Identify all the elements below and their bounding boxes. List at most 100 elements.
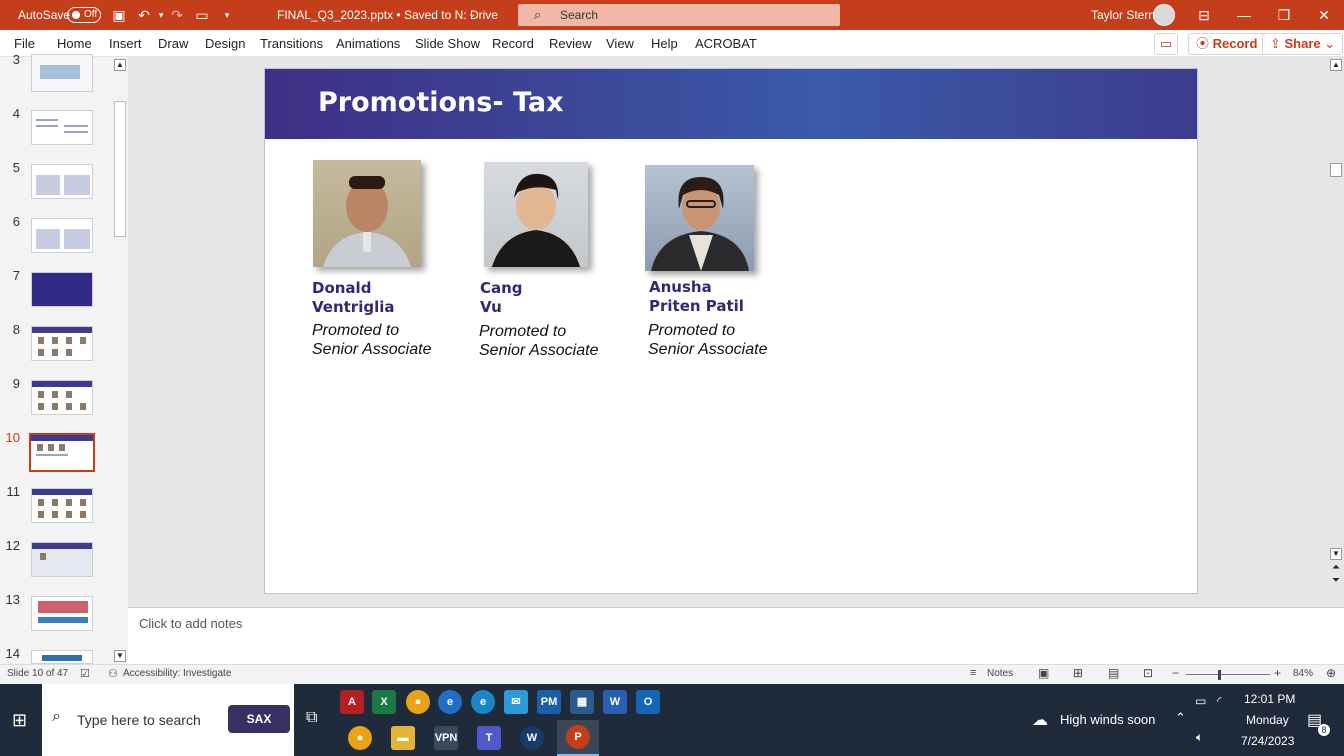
app-icon[interactable]: ▦ (570, 690, 594, 714)
slide-title[interactable]: Promotions- Tax (318, 87, 564, 118)
pm-app-icon[interactable]: PM (537, 690, 561, 714)
next-slide-icon[interactable]: ⏷ (1330, 575, 1342, 586)
tab-record[interactable]: Record (492, 30, 534, 57)
slide-thumbnail-3[interactable] (31, 54, 93, 92)
chevron-up-icon[interactable]: ⌃ (1175, 710, 1186, 726)
person-photo[interactable] (313, 160, 421, 267)
edge-icon[interactable]: e (471, 690, 495, 714)
notes-button[interactable]: Notes (987, 668, 1013, 679)
slide-thumbnail-10-selected[interactable] (29, 433, 95, 472)
previous-slide-icon[interactable]: ⏶ (1330, 562, 1342, 573)
tab-help[interactable]: Help (651, 30, 678, 57)
teams-icon[interactable]: T (477, 726, 501, 750)
notes-pane[interactable]: Click to add notes (128, 607, 1344, 664)
slide-thumbnail-5[interactable] (31, 164, 93, 199)
notes-icon[interactable]: ≡ (970, 667, 976, 679)
slide-thumbnail-11[interactable] (31, 488, 93, 523)
task-view-icon[interactable]: ⧉ (306, 709, 317, 727)
accessibility-icon[interactable]: ⚇ (108, 667, 118, 680)
vpn-icon[interactable]: VPN (434, 726, 458, 750)
weather-icon[interactable]: ☁ (1032, 710, 1048, 730)
file-explorer-icon[interactable]: ▬ (391, 726, 415, 750)
zoom-in-icon[interactable]: + (1274, 666, 1281, 680)
present-icon[interactable]: ▭ (194, 7, 210, 23)
tab-transitions[interactable]: Transitions (260, 30, 323, 57)
volume-icon[interactable]: 🔈︎ (1196, 730, 1203, 745)
slide-canvas[interactable]: Promotions- Tax Donald Ventriglia Promote… (264, 68, 1198, 594)
tab-animations[interactable]: Animations (336, 30, 400, 57)
comments-icon[interactable]: ▭ (1154, 33, 1178, 55)
thumbnail-scrollbar[interactable]: ▲ ▼ (112, 57, 128, 664)
slide-thumbnail-9[interactable] (31, 380, 93, 415)
tab-view[interactable]: View (606, 30, 634, 57)
slide-sorter-icon[interactable]: ⊞ (1073, 666, 1083, 680)
slide-thumbnail-4[interactable] (31, 110, 93, 145)
search-box[interactable]: ⌕ Search (518, 4, 840, 26)
undo-icon[interactable]: ↶ (136, 7, 152, 23)
clock-time[interactable]: 12:01 PM (1244, 692, 1295, 706)
clock-day[interactable]: Monday (1246, 713, 1289, 727)
spelling-icon[interactable]: ☑ (80, 667, 90, 680)
zoom-slider[interactable] (1186, 674, 1270, 675)
person-photo[interactable] (645, 165, 754, 271)
person-photo[interactable] (484, 162, 588, 267)
tab-design[interactable]: Design (205, 30, 245, 57)
accessibility-status[interactable]: Accessibility: Investigate (123, 668, 231, 679)
tab-review[interactable]: Review (549, 30, 592, 57)
slide-thumbnail-13[interactable] (31, 596, 93, 631)
close-icon[interactable]: ✕ (1304, 0, 1344, 30)
scroll-up-icon[interactable]: ▲ (114, 59, 126, 71)
word-icon[interactable]: W (603, 690, 627, 714)
zoom-slider-handle[interactable] (1218, 670, 1221, 680)
slide-thumbnail-14[interactable] (31, 650, 93, 664)
file-name[interactable]: FINAL_Q3_2023.pptx • Saved to N: Drive (277, 0, 498, 30)
chrome-icon[interactable]: ● (406, 690, 430, 714)
ribbon-display-icon[interactable]: ⊟ (1184, 0, 1224, 30)
slide-show-icon[interactable]: ⊡ (1143, 666, 1153, 680)
slide-thumbnail-8[interactable] (31, 326, 93, 361)
avatar[interactable] (1153, 4, 1175, 26)
outlook-icon[interactable]: O (636, 690, 660, 714)
wifi-icon[interactable]: ◜ (1217, 694, 1222, 708)
chevron-down-icon[interactable]: ⌄ (468, 0, 476, 30)
user-name[interactable]: Taylor Stern (1091, 0, 1155, 30)
zoom-level[interactable]: 84% (1293, 668, 1313, 679)
tab-home[interactable]: Home (57, 30, 92, 57)
tab-slide-show[interactable]: Slide Show (415, 30, 480, 57)
fit-to-window-icon[interactable]: ⊕ (1326, 666, 1336, 680)
slide-thumbnail-12[interactable] (31, 542, 93, 577)
minimize-icon[interactable]: — (1224, 0, 1264, 30)
excel-icon[interactable]: X (372, 690, 396, 714)
mail-icon[interactable]: ✉ (504, 690, 528, 714)
weather-text[interactable]: High winds soon (1060, 712, 1155, 727)
taskbar-search[interactable]: ⌕ Type here to search SAX (42, 684, 294, 756)
redo-icon[interactable]: ↷ (169, 7, 185, 23)
scroll-down-icon[interactable]: ▼ (1330, 548, 1342, 560)
normal-view-icon[interactable]: ▣ (1038, 666, 1049, 680)
slide-thumbnail-7[interactable] (31, 272, 93, 307)
chrome-icon[interactable]: ● (348, 726, 372, 750)
slide-thumbnail-6[interactable] (31, 218, 93, 253)
customize-qat-icon[interactable]: ▾ (219, 7, 235, 23)
windows-start-icon[interactable]: ⊞ (12, 710, 27, 731)
record-button[interactable]: ⦿ Record (1188, 33, 1266, 55)
scrollbar-thumb[interactable] (1330, 163, 1342, 177)
internet-explorer-icon[interactable]: e (438, 690, 462, 714)
slide-counter[interactable]: Slide 10 of 47 (7, 668, 68, 679)
zoom-out-icon[interactable]: − (1172, 666, 1179, 680)
webex-icon[interactable]: W (520, 726, 544, 750)
scroll-up-icon[interactable]: ▲ (1330, 59, 1342, 71)
autosave-toggle[interactable]: Off (67, 7, 101, 23)
share-button[interactable]: ⇪ Share ⌄ (1262, 33, 1344, 55)
save-icon[interactable]: ▣ (111, 7, 127, 23)
slide-thumbnail-pane[interactable]: 3 4 5 6 7 8 9 10 11 12 13 14 (0, 52, 128, 664)
notes-placeholder[interactable]: Click to add notes (139, 616, 242, 631)
tab-acrobat[interactable]: ACROBAT (695, 30, 757, 57)
restore-icon[interactable]: ❐ (1264, 0, 1304, 30)
undo-dropdown-icon[interactable]: ▾ (153, 7, 169, 23)
scrollbar-thumb[interactable] (114, 101, 126, 237)
clock-date[interactable]: 7/24/2023 (1241, 734, 1294, 748)
sax-button[interactable]: SAX (228, 705, 290, 733)
tab-insert[interactable]: Insert (109, 30, 142, 57)
tab-draw[interactable]: Draw (158, 30, 188, 57)
